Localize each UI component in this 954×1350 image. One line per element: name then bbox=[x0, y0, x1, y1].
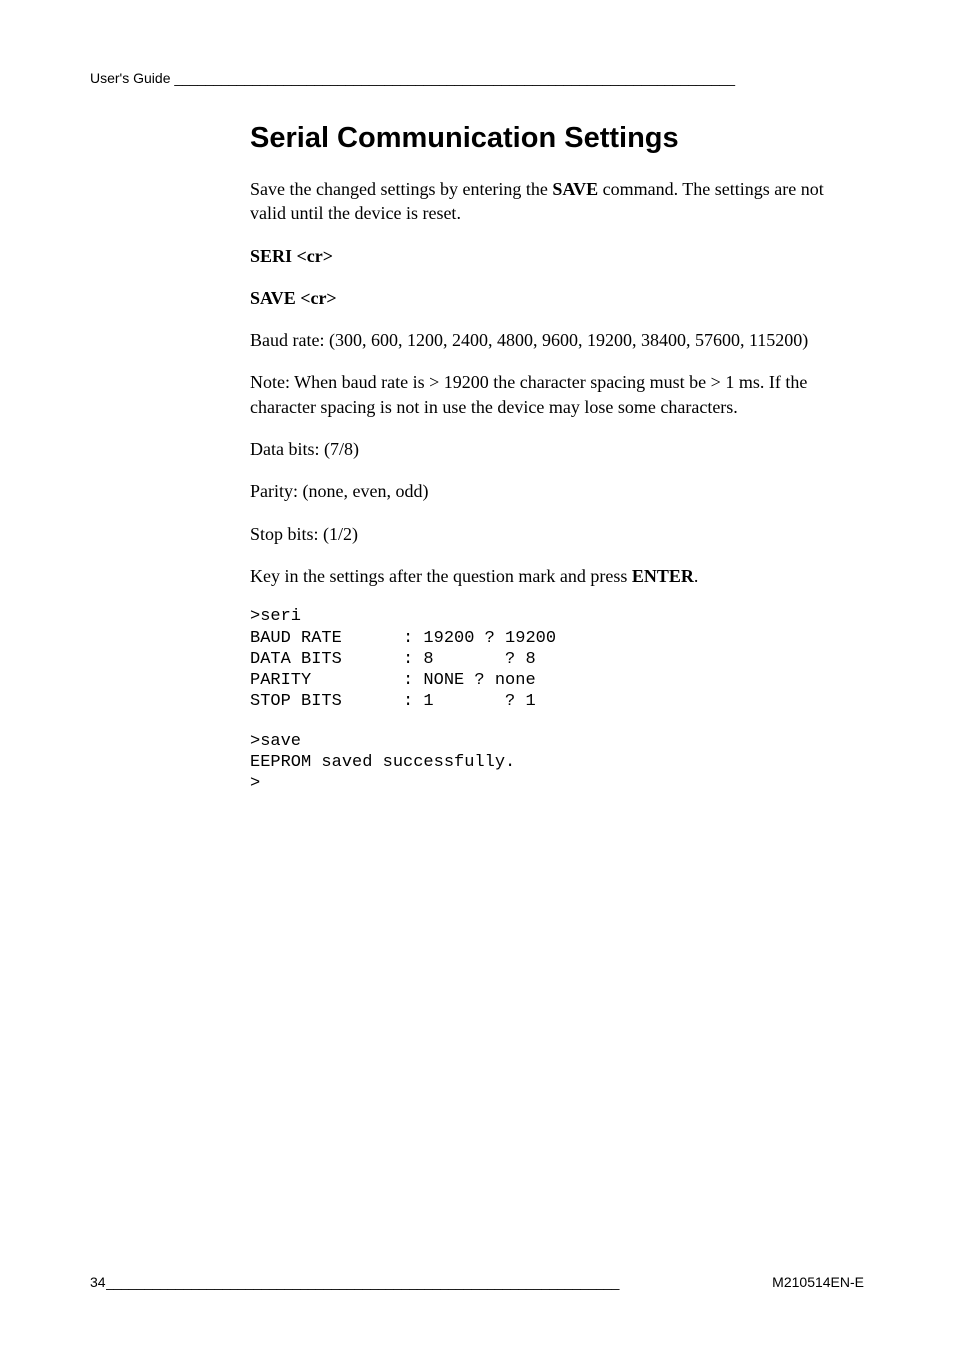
header-label: User's Guide bbox=[90, 70, 170, 86]
document-id: M210514EN-E bbox=[772, 1274, 864, 1290]
intro-pre: Save the changed settings by entering th… bbox=[250, 179, 552, 199]
terminal-output-seri: >seri BAUD RATE : 19200 ? 19200 DATA BIT… bbox=[250, 606, 864, 712]
footer-rule: ________________________________________… bbox=[106, 1274, 773, 1290]
page-number: 34 bbox=[90, 1274, 106, 1290]
keyin-instruction: Key in the settings after the question m… bbox=[250, 564, 864, 588]
stop-bits-options: Stop bits: (1/2) bbox=[250, 522, 864, 546]
intro-command: SAVE bbox=[552, 179, 598, 199]
terminal-output-save: >save EEPROM saved successfully. > bbox=[250, 731, 864, 795]
keyin-command: ENTER bbox=[632, 566, 694, 586]
baud-rate-note: Note: When baud rate is > 19200 the char… bbox=[250, 370, 864, 419]
running-header: User's Guide ___________________________… bbox=[90, 70, 864, 86]
main-content: Serial Communication Settings Save the c… bbox=[250, 122, 864, 794]
data-bits-options: Data bits: (7/8) bbox=[250, 437, 864, 461]
header-rule: ________________________________________… bbox=[170, 70, 735, 86]
intro-paragraph: Save the changed settings by entering th… bbox=[250, 177, 864, 226]
keyin-post: . bbox=[694, 566, 699, 586]
page-footer: 34 _____________________________________… bbox=[90, 1274, 864, 1290]
parity-options: Parity: (none, even, odd) bbox=[250, 479, 864, 503]
baud-rate-options: Baud rate: (300, 600, 1200, 2400, 4800, … bbox=[250, 328, 864, 352]
section-title: Serial Communication Settings bbox=[250, 122, 864, 155]
seri-command-line: SERI <cr> bbox=[250, 244, 864, 268]
save-command-line: SAVE <cr> bbox=[250, 286, 864, 310]
keyin-pre: Key in the settings after the question m… bbox=[250, 566, 632, 586]
